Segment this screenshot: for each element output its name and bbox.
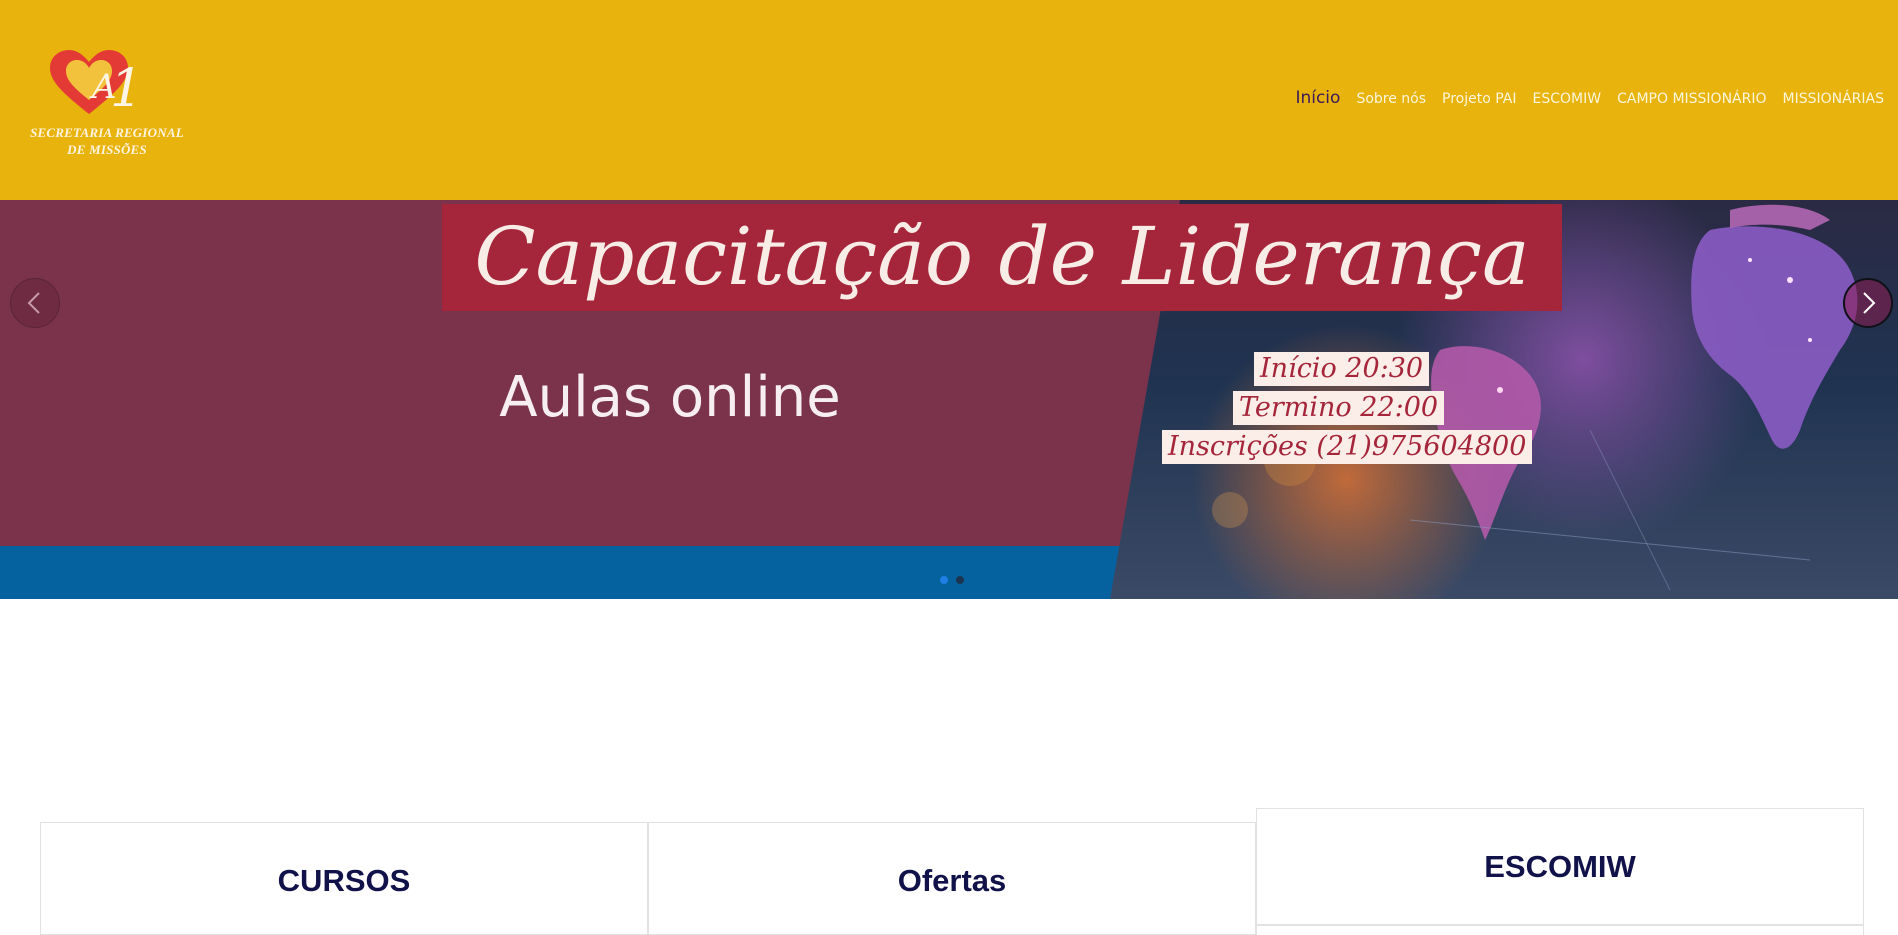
slider-prev-button[interactable] <box>10 278 60 328</box>
logo-text: SECRETARIA REGIONAL DE MISSÕES <box>24 124 190 158</box>
slide-info-registration: Inscrições (21)975604800 <box>1162 430 1533 464</box>
nav-escomiw[interactable]: ESCOMIW <box>1533 91 1602 107</box>
site-header: 1 A SECRETARIA REGIONAL DE MISSÕES Iníci… <box>0 0 1898 200</box>
slider-dot-2[interactable] <box>956 576 964 584</box>
slider-dot-1[interactable] <box>940 576 948 584</box>
card-escomiw[interactable]: ESCOMIW <box>1256 808 1864 925</box>
svg-text:A: A <box>89 67 117 107</box>
chevron-left-icon <box>27 292 40 314</box>
slide-headline: Capacitação de Liderança <box>474 210 1530 303</box>
nav-projeto-pai[interactable]: Projeto PAI <box>1442 91 1516 107</box>
slide-subtitle: Aulas online <box>499 365 841 430</box>
logo-text-line2: DE MISSÕES <box>67 142 147 157</box>
slider-next-button[interactable] <box>1843 278 1893 328</box>
card-title-cursos: CURSOS <box>277 863 411 898</box>
slider-pagination <box>940 576 964 584</box>
slide-info-end: Termino 22:00 <box>1233 391 1445 425</box>
logo-text-line1: SECRETARIA REGIONAL <box>30 125 184 140</box>
card-ofertas[interactable]: Ofertas <box>648 822 1256 935</box>
slide-info-start: Início 20:30 <box>1254 352 1430 386</box>
heart-logo-icon: 1 A <box>50 50 143 118</box>
nav-inicio[interactable]: Início <box>1295 88 1340 108</box>
hero-slider: Capacitação de Liderança Aulas online In… <box>0 200 1898 599</box>
card-title-escomiw: ESCOMIW <box>1484 849 1636 884</box>
card-title-ofertas: Ofertas <box>897 863 1007 898</box>
nav-missionarias[interactable]: MISSIONÁRIAS <box>1783 91 1885 107</box>
site-logo[interactable]: 1 A SECRETARIA REGIONAL DE MISSÕES <box>24 48 190 160</box>
nav-sobre-nos[interactable]: Sobre nós <box>1356 91 1426 107</box>
main-nav: Início Sobre nós Projeto PAI ESCOMIW CAM… <box>1295 88 1884 108</box>
card-cursos[interactable]: CURSOS <box>40 822 648 935</box>
nav-campo-missionario[interactable]: CAMPO MISSIONÁRIO <box>1617 91 1766 107</box>
chevron-right-icon <box>1863 292 1876 314</box>
card-escomiw-below <box>1256 925 1864 935</box>
